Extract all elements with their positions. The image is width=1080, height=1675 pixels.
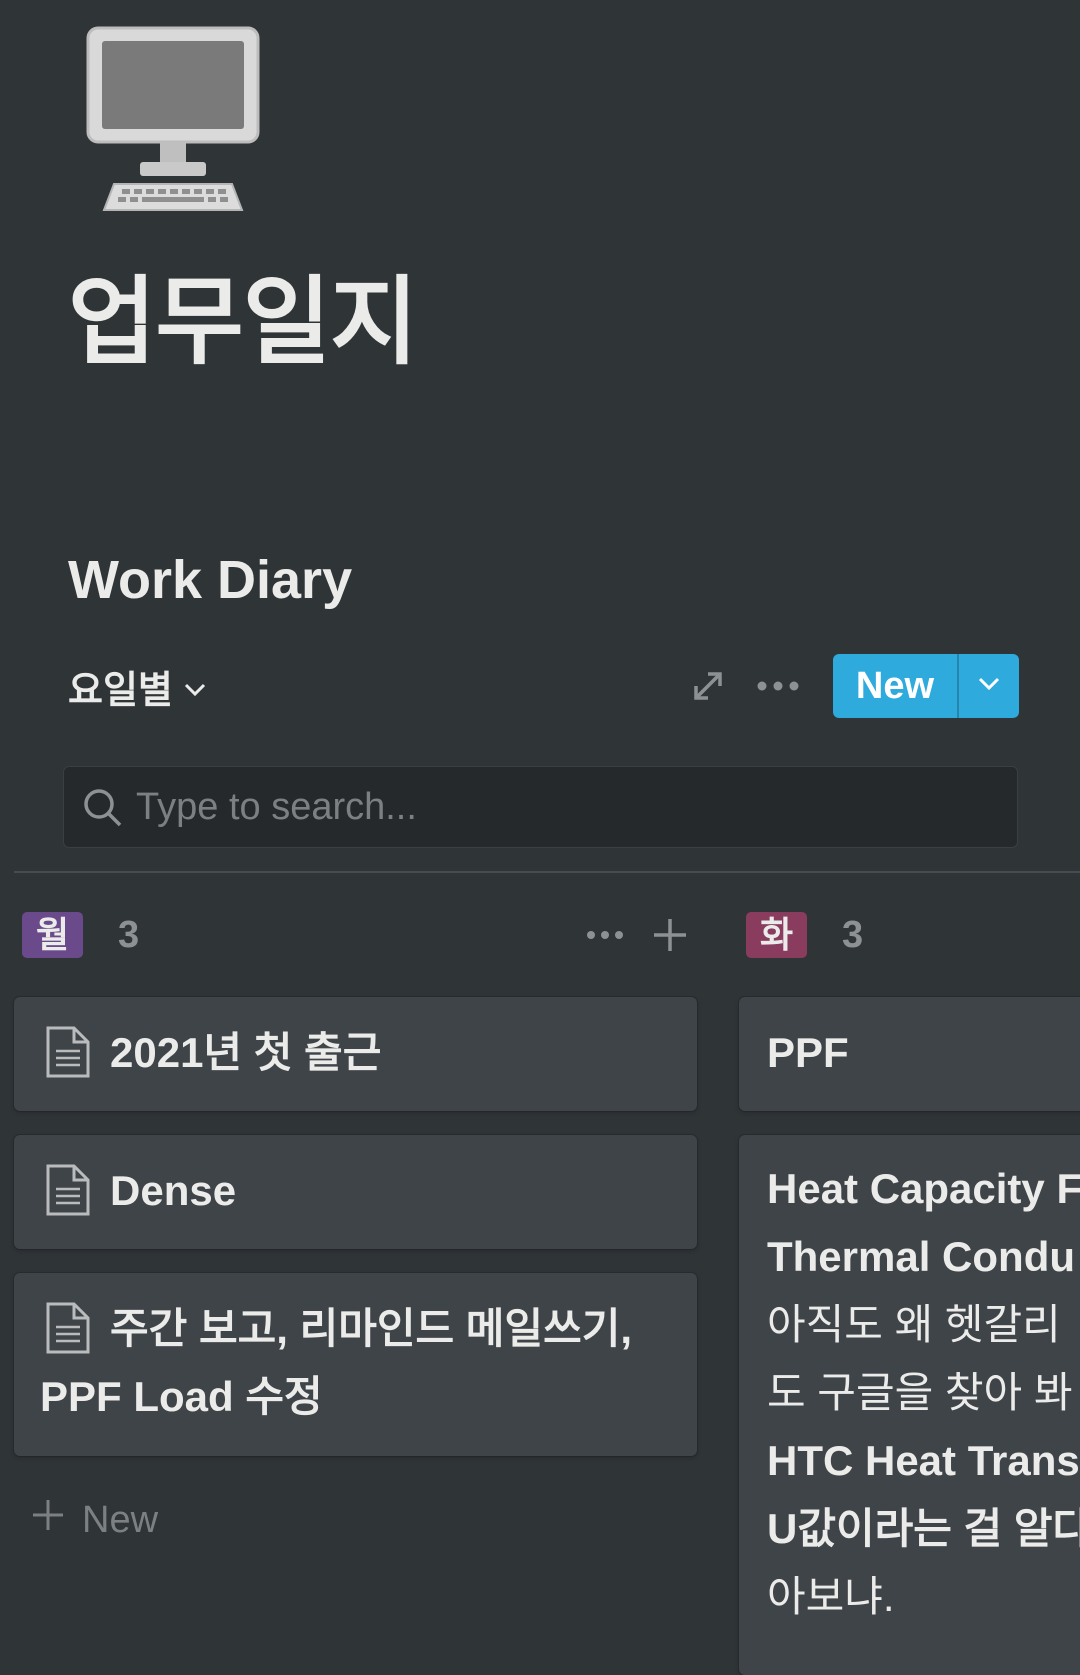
card-content: Heat Capacity F Thermal Condu 아직도 왜 헷갈리 … [767, 1155, 1080, 1631]
page-title[interactable]: 업무일지 [68, 268, 418, 378]
more-options-icon[interactable] [750, 664, 806, 708]
add-new-label: New [82, 1498, 159, 1541]
new-button-group: New [833, 654, 1019, 718]
card-title: Dense [110, 1167, 237, 1214]
group-count: 3 [118, 914, 140, 956]
card-title: 2021년 첫 출근 [110, 1029, 382, 1076]
expand-icon[interactable] [686, 664, 730, 708]
board-divider [14, 871, 1080, 873]
desktop-computer-icon[interactable] [86, 26, 266, 212]
board-card[interactable]: 2021년 첫 출근 [14, 997, 697, 1111]
search-icon [82, 787, 124, 829]
chevron-down-icon [183, 665, 207, 708]
plus-icon [30, 1497, 66, 1543]
new-button[interactable]: New [833, 654, 957, 718]
board-card[interactable]: Dense [14, 1135, 697, 1249]
group-more-icon[interactable] [582, 913, 628, 957]
card-line: HTC Heat Trans [767, 1437, 1080, 1484]
view-selector[interactable]: 요일별 [68, 662, 207, 712]
search-box [63, 766, 1018, 848]
chevron-down-icon [977, 676, 1001, 697]
board-card[interactable]: Heat Capacity F Thermal Condu 아직도 왜 헷갈리 … [739, 1135, 1080, 1675]
database-title[interactable]: Work Diary [68, 548, 352, 612]
new-template-dropdown[interactable] [959, 654, 1019, 718]
card-line: 아보냐. [767, 1573, 895, 1620]
card-line: Heat Capacity F [767, 1165, 1080, 1212]
card-title-line2: PPF Load 수정 [40, 1373, 323, 1420]
card-line: 아직도 왜 헷갈리 [767, 1301, 1061, 1348]
page-icon [44, 1301, 92, 1355]
card-title-line1: 주간 보고, 리마인드 메일쓰기, [110, 1305, 633, 1352]
board-group-header-mon: 월 3 [22, 910, 712, 960]
board-group-header-tue: 화 3 [746, 910, 1080, 960]
group-count: 3 [842, 914, 864, 956]
board-card[interactable]: 주간 보고, 리마인드 메일쓰기, PPF Load 수정 [14, 1273, 697, 1456]
group-tag[interactable]: 월 [22, 912, 84, 958]
add-new-card-button[interactable]: New [30, 1495, 158, 1545]
card-line: 도 구글을 찾아 봐 [767, 1369, 1073, 1416]
group-tag[interactable]: 화 [746, 912, 808, 958]
database-toolbar: 요일별 New [60, 654, 1020, 718]
card-line: Thermal Condu [767, 1233, 1076, 1280]
search-input[interactable] [136, 767, 996, 847]
view-label: 요일별 [68, 669, 173, 712]
page-icon [44, 1163, 92, 1217]
page-icon [44, 1025, 92, 1079]
board-card[interactable]: PPF [739, 997, 1080, 1111]
group-add-icon[interactable] [648, 913, 692, 957]
card-title: PPF [767, 1029, 849, 1076]
card-line: U값이라는 걸 알다 [767, 1505, 1080, 1552]
